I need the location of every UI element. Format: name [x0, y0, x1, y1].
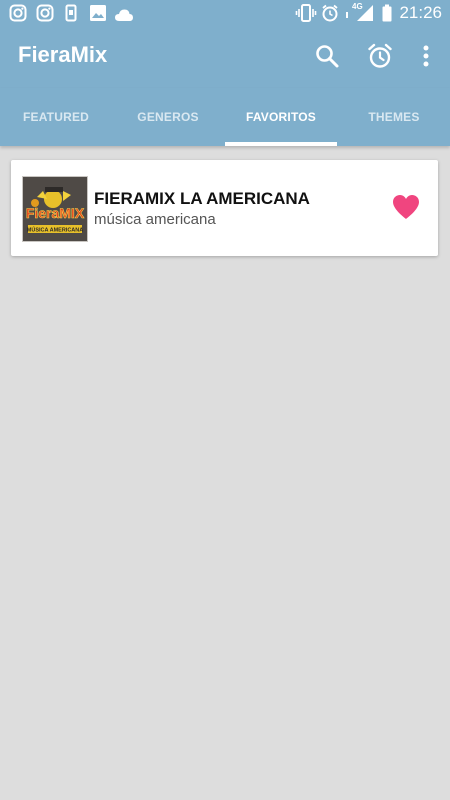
logo-text: FieraMIX	[26, 205, 85, 221]
tab-bar: FEATURED GENEROS FAVORITOS THEMES	[0, 88, 450, 146]
tab-themes[interactable]: THEMES	[338, 88, 450, 146]
app-bar: FieraMix	[0, 26, 450, 88]
active-tab-indicator	[225, 142, 337, 146]
station-genre: música americana	[94, 211, 216, 228]
app-title: FieraMix	[18, 42, 108, 67]
phone-notification-icon	[65, 4, 77, 22]
station-logo: FieraMIX MÚSICA AMERICANA	[22, 176, 88, 242]
tab-generos[interactable]: GENEROS	[112, 88, 224, 146]
vibrate-icon	[295, 4, 317, 22]
tab-favoritos[interactable]: FAVORITOS	[225, 88, 337, 146]
status-bar: 4G 21:26	[0, 0, 450, 26]
tab-featured[interactable]: FEATURED	[0, 88, 112, 146]
status-time: 21:26	[399, 3, 442, 22]
cloud-icon	[115, 9, 133, 21]
more-vert-icon[interactable]	[410, 40, 442, 72]
alarm-icon[interactable]	[364, 40, 396, 72]
battery-icon	[382, 4, 392, 22]
signal-dot	[346, 12, 348, 18]
alarm-icon	[322, 4, 338, 22]
station-logo-image: FieraMIX MÚSICA AMERICANA	[23, 177, 87, 241]
station-title: FIERAMIX LA AMERICANA	[94, 189, 310, 208]
heart-icon[interactable]	[392, 194, 420, 220]
instagram-icon	[36, 4, 54, 22]
list-item[interactable]: FieraMIX MÚSICA AMERICANA FIERAMIX LA AM…	[11, 160, 438, 256]
image-icon	[90, 5, 106, 21]
app-root: 4G 21:26 FieraMix FEATURED GENEROS FAVOR…	[0, 0, 450, 800]
instagram-icon	[9, 4, 27, 22]
search-icon[interactable]	[311, 40, 343, 72]
logo-caption: MÚSICA AMERICANA	[27, 227, 83, 234]
signal-icon	[357, 5, 373, 21]
